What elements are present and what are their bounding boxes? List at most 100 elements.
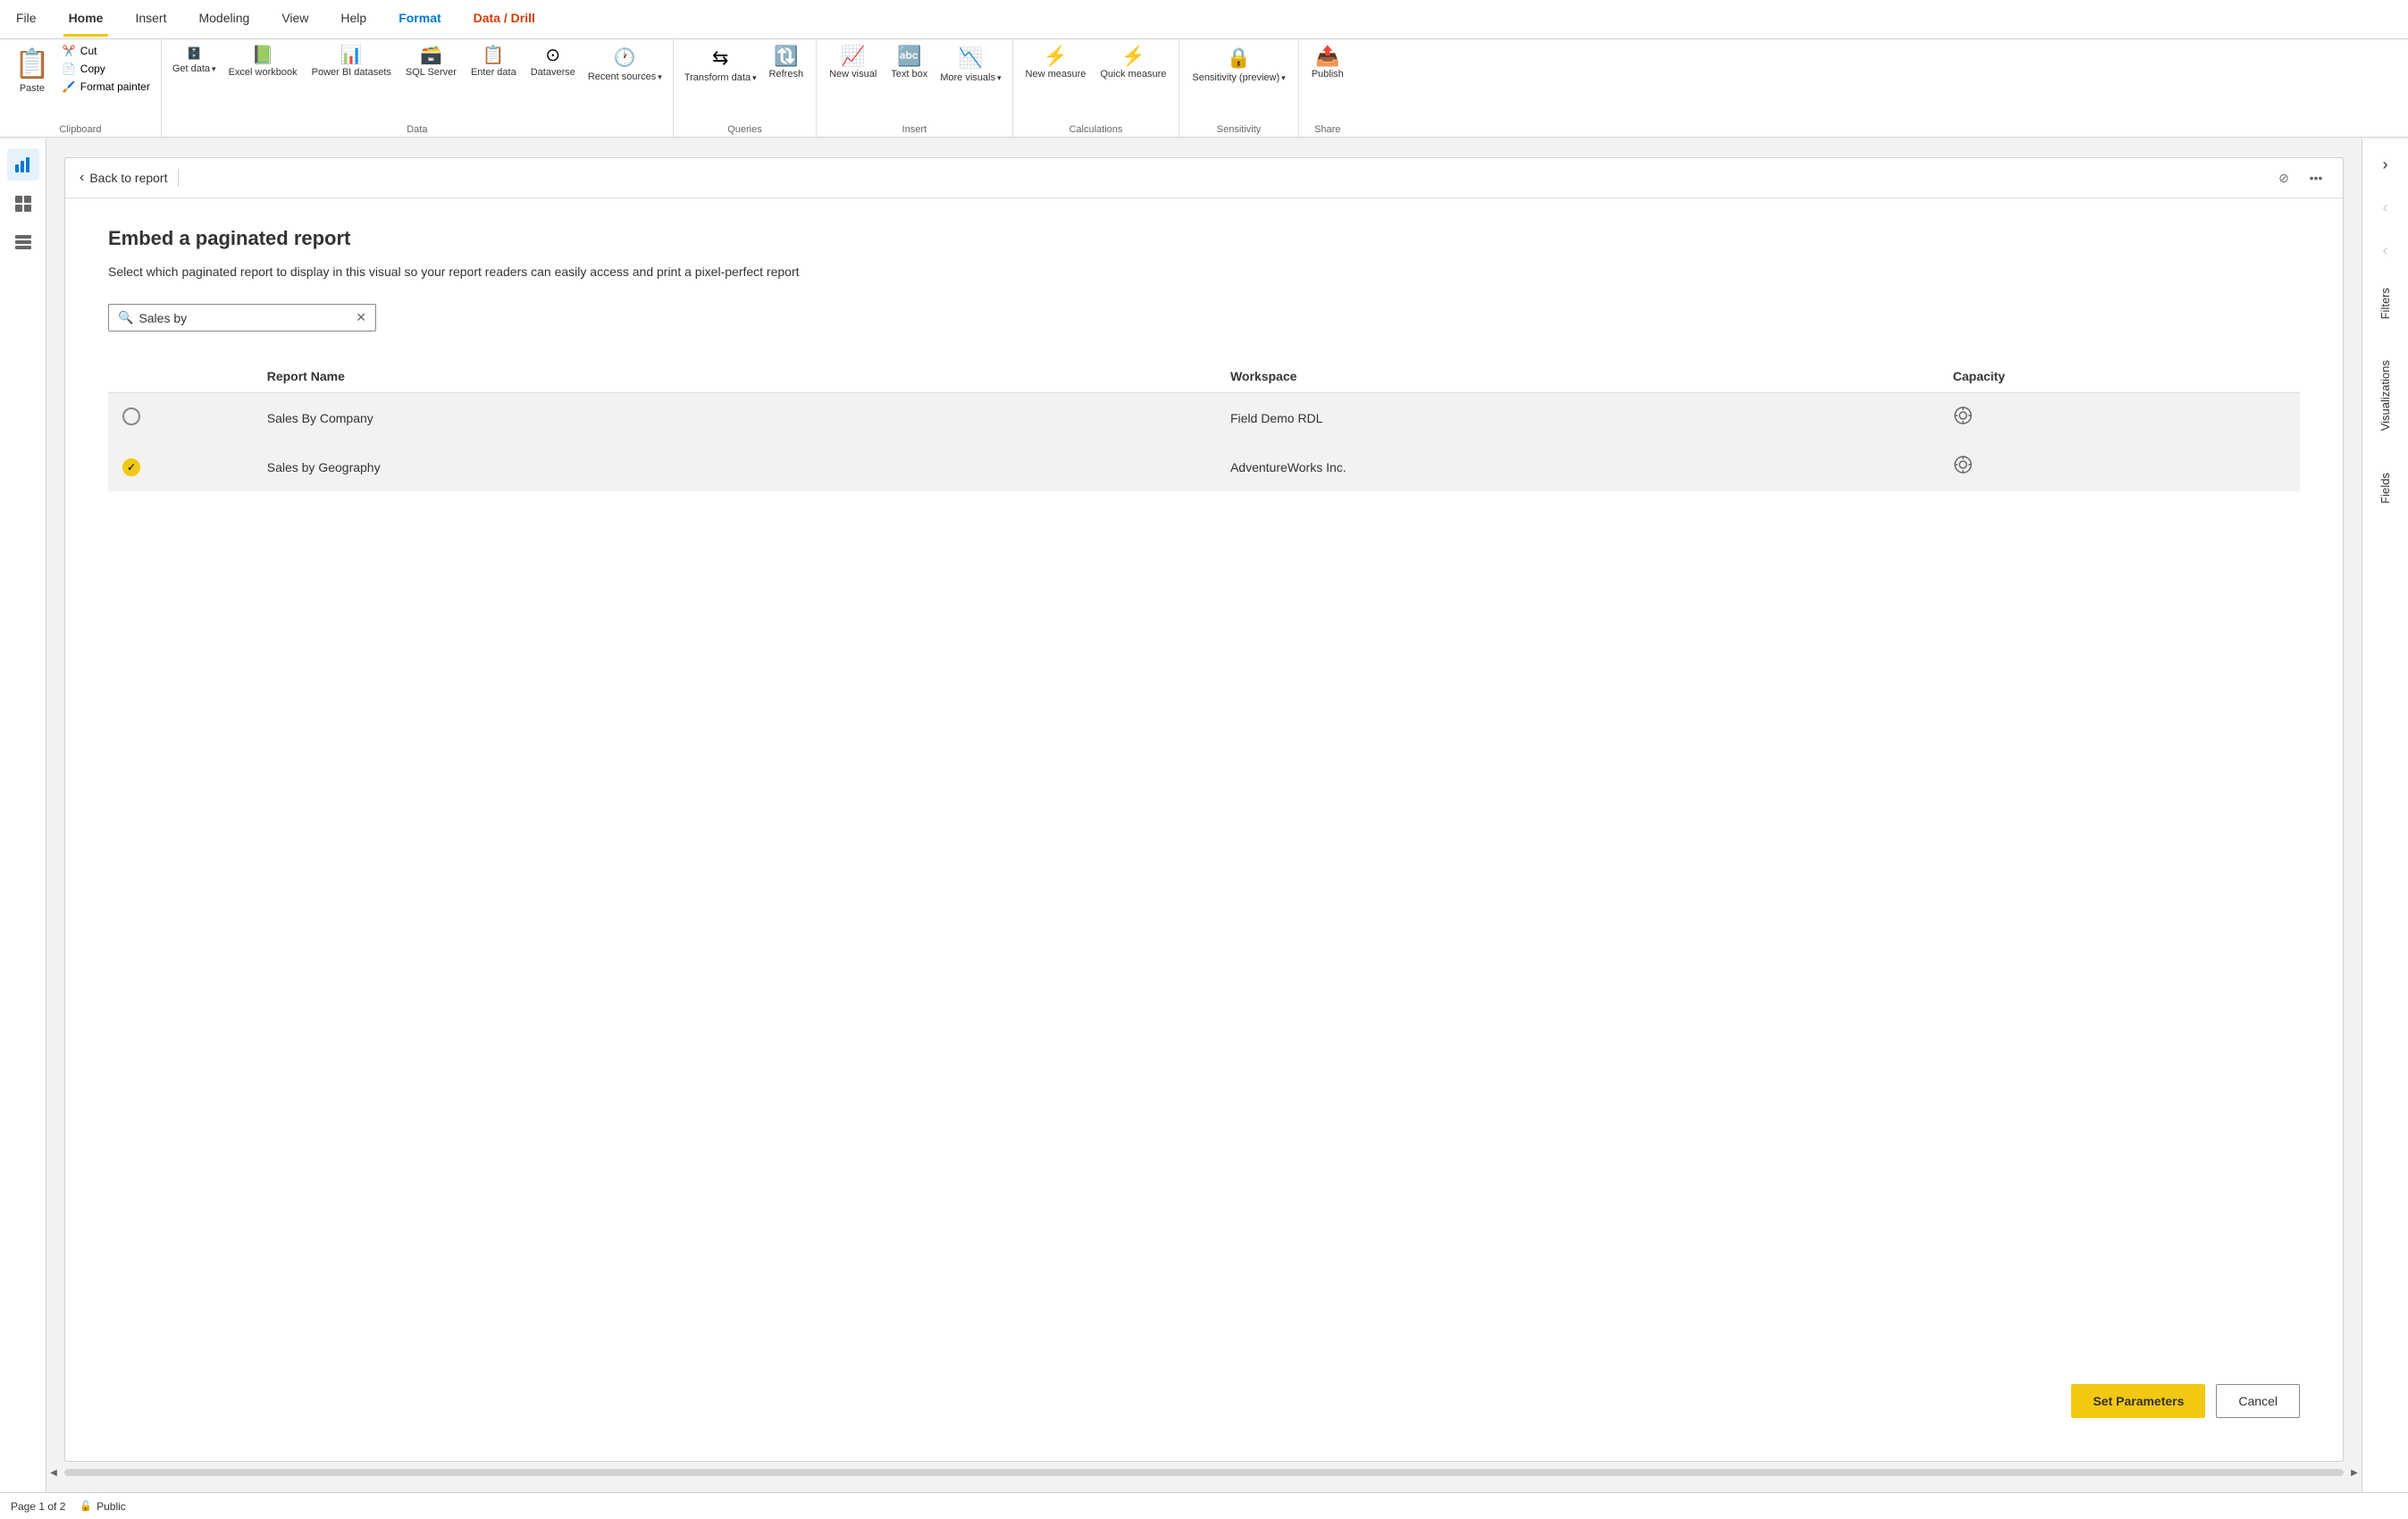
new-visual-button[interactable]: 📈 New visual: [824, 43, 882, 84]
menu-data-drill[interactable]: Data / Drill: [468, 2, 541, 37]
sidebar-icon-data[interactable]: [7, 188, 39, 220]
dialog-panel: ‹ Back to report ⊘ ••• Embed a paginated…: [64, 157, 2344, 1462]
dataverse-button[interactable]: ⊙ Dataverse: [525, 43, 581, 82]
format-painter-label: Format painter: [80, 80, 150, 93]
public-label: Public: [96, 1500, 126, 1513]
topbar-left: ‹ Back to report: [80, 166, 179, 189]
transform-label: Transform data: [684, 72, 751, 83]
ribbon-group-calculations: ⚡ New measure ⚡ Quick measure Calculatio…: [1013, 39, 1180, 137]
more-visuals-icon: 📉: [959, 46, 983, 70]
more-options-btn[interactable]: •••: [2303, 165, 2328, 190]
right-nav-back-btn[interactable]: ›: [2368, 147, 2404, 182]
new-measure-icon: ⚡: [1044, 46, 1068, 66]
row2-radio-cell[interactable]: [108, 442, 253, 491]
topbar-actions: ⊘ •••: [2271, 165, 2328, 190]
filters-tab[interactable]: Filters: [2379, 281, 2392, 326]
col-header-report-name: Report Name: [253, 360, 1216, 393]
insert-items: 📈 New visual 🔤 Text box 📉 More visuals ▾: [824, 43, 1004, 122]
row1-capacity: [1939, 393, 2300, 443]
search-icon: 🔍: [118, 310, 133, 325]
right-nav-extra-btn[interactable]: ‹: [2368, 232, 2404, 268]
queries-group-label: Queries: [681, 124, 809, 135]
row1-radio[interactable]: [122, 407, 140, 425]
scroll-track[interactable]: [64, 1469, 2344, 1476]
insert-group-label: Insert: [824, 124, 1004, 135]
clear-search-icon[interactable]: ✕: [356, 310, 366, 325]
menu-home[interactable]: Home: [63, 2, 109, 37]
menu-bar: File Home Insert Modeling View Help Form…: [0, 0, 2408, 39]
excel-workbook-button[interactable]: 📗 Excel workbook: [223, 43, 303, 82]
publish-button[interactable]: 📤 Publish: [1306, 43, 1349, 84]
excel-label: Excel workbook: [229, 67, 298, 79]
menu-view[interactable]: View: [276, 2, 314, 37]
recent-sources-label: Recent sources: [588, 71, 656, 82]
power-bi-datasets-button[interactable]: 📊 Power BI datasets: [306, 43, 397, 82]
scroll-right-arrow[interactable]: ▶: [2347, 1465, 2362, 1480]
enter-data-icon: 📋: [482, 46, 505, 64]
ribbon-group-share: 📤 Publish Share: [1299, 39, 1356, 137]
transform-data-button[interactable]: ⇆ Transform data ▾: [681, 43, 760, 87]
more-visuals-label: More visuals: [940, 72, 995, 83]
sidebar-icon-model[interactable]: [7, 227, 39, 259]
col-header-radio: [108, 360, 253, 393]
queries-items: ⇆ Transform data ▾ 🔃 Refresh: [681, 43, 809, 122]
right-nav-forward-btn[interactable]: ‹: [2368, 189, 2404, 225]
ribbon-group-insert: 📈 New visual 🔤 Text box 📉 More visuals ▾…: [817, 39, 1012, 137]
more-visuals-arrow: ▾: [997, 73, 1002, 83]
sql-server-button[interactable]: 🗃️ SQL Server: [400, 43, 462, 82]
row2-capacity-icon: [1953, 460, 1973, 478]
publish-label: Publish: [1312, 69, 1344, 80]
scroll-left-arrow[interactable]: ◀: [46, 1465, 61, 1480]
right-panel-tabs: › ‹ ‹: [2362, 139, 2408, 272]
sensitivity-button[interactable]: 🔒 Sensitivity (preview) ▾: [1187, 43, 1290, 87]
menu-format[interactable]: Format: [393, 2, 446, 37]
row2-radio[interactable]: [122, 458, 140, 476]
copy-label: Copy: [80, 63, 105, 75]
search-box[interactable]: 🔍 ✕: [108, 304, 376, 331]
row1-workspace: Field Demo RDL: [1216, 393, 1939, 443]
refresh-button[interactable]: 🔃 Refresh: [764, 43, 810, 84]
search-input[interactable]: [138, 311, 352, 325]
public-icon: 🔓: [80, 1500, 92, 1512]
col-header-capacity: Capacity: [1939, 360, 2300, 393]
format-painter-button[interactable]: 🖌️ Format painter: [59, 79, 154, 95]
row2-workspace: AdventureWorks Inc.: [1216, 442, 1939, 491]
filter-icon-btn[interactable]: ⊘: [2271, 165, 2296, 190]
data-group-label: Data: [169, 124, 666, 135]
back-to-report-button[interactable]: ‹ Back to report: [80, 166, 167, 189]
table-header-row: Report Name Workspace Capacity: [108, 360, 2300, 393]
cancel-button[interactable]: Cancel: [2216, 1384, 2300, 1418]
menu-insert[interactable]: Insert: [130, 2, 172, 37]
powerbi-icon: 📊: [340, 46, 363, 64]
copy-icon: 📄: [63, 63, 76, 75]
row2-name: Sales by Geography: [253, 442, 1216, 491]
get-data-button[interactable]: 🗄️ Get data ▾: [169, 43, 220, 78]
menu-modeling[interactable]: Modeling: [193, 2, 255, 37]
menu-file[interactable]: File: [11, 2, 42, 37]
cut-button[interactable]: ✂️ Cut: [59, 43, 154, 59]
enter-data-button[interactable]: 📋 Enter data: [466, 43, 522, 82]
action-row: Set Parameters Cancel: [2071, 1384, 2300, 1418]
excel-icon: 📗: [252, 46, 274, 64]
table-row[interactable]: Sales by Geography AdventureWorks Inc.: [108, 442, 2300, 491]
menu-help[interactable]: Help: [335, 2, 372, 37]
sidebar-icon-report[interactable]: [7, 148, 39, 180]
row1-radio-cell[interactable]: [108, 393, 253, 443]
cut-label: Cut: [80, 45, 97, 57]
visualizations-tab[interactable]: Visualizations: [2379, 353, 2392, 438]
dialog-description: Select which paginated report to display…: [108, 264, 912, 279]
set-parameters-button[interactable]: Set Parameters: [2071, 1384, 2205, 1418]
copy-button[interactable]: 📄 Copy: [59, 61, 154, 77]
new-measure-button[interactable]: ⚡ New measure: [1020, 43, 1092, 84]
powerbi-label: Power BI datasets: [312, 67, 391, 79]
format-painter-icon: 🖌️: [63, 80, 76, 93]
text-box-button[interactable]: 🔤 Text box: [885, 43, 933, 84]
fields-tab[interactable]: Fields: [2379, 466, 2392, 511]
recent-sources-button[interactable]: 🕐 Recent sources ▾: [584, 43, 666, 86]
back-label: Back to report: [89, 171, 167, 185]
table-row[interactable]: Sales By Company Field Demo RDL: [108, 393, 2300, 443]
sensitivity-arrow: ▾: [1281, 73, 1286, 83]
more-visuals-button[interactable]: 📉 More visuals ▾: [936, 43, 1004, 87]
quick-measure-button[interactable]: ⚡ Quick measure: [1095, 43, 1171, 84]
paste-button[interactable]: 📋 Paste: [7, 43, 57, 97]
